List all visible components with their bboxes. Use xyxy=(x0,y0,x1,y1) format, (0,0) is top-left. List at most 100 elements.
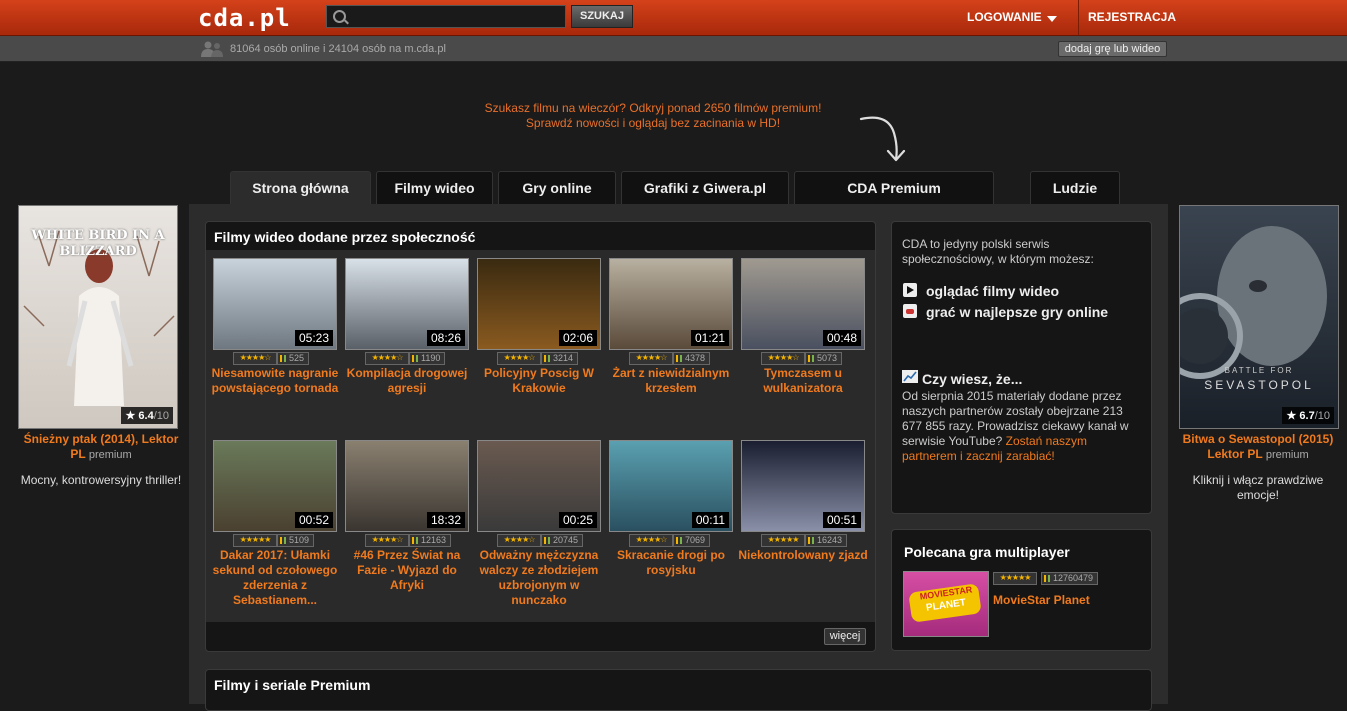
promo-line-1: Szukasz filmu na wieczór? Odkryj ponad 2… xyxy=(484,101,822,115)
game-rating-stars: ★★★★★ xyxy=(993,572,1037,585)
header-divider xyxy=(1078,0,1079,35)
register-link[interactable]: REJESTRACJA xyxy=(1088,10,1176,24)
game-thumbnail[interactable]: MOVIESTAR PLANET xyxy=(903,571,989,637)
right-movie-poster[interactable]: BATTLE FOR SEVASTOPOL ★ 6.7/10 xyxy=(1179,205,1339,429)
video-duration: 05:23 xyxy=(294,330,333,346)
site-logo[interactable]: cda.pl xyxy=(198,4,291,32)
right-movie-desc: Kliknij i włącz prawdziwe emocje! xyxy=(1192,473,1324,502)
video-duration: 02:06 xyxy=(558,330,597,346)
video-duration: 00:11 xyxy=(691,512,729,528)
video-thumbnail[interactable]: 00:25 xyxy=(477,440,601,532)
search-icon xyxy=(333,10,346,23)
views-icon xyxy=(544,537,550,544)
users-icon xyxy=(201,41,223,57)
video-title[interactable]: Żart z niewidzialnym krzesłem xyxy=(605,366,737,396)
right-poster-art xyxy=(1180,226,1327,379)
chart-icon xyxy=(902,370,918,383)
left-poster-title-1: WHITE BIRD IN A xyxy=(31,228,165,243)
game-views: 12760479 xyxy=(1041,572,1099,585)
right-movie-title[interactable]: Bitwa o Sewastopol (2015) Lektor PL prem… xyxy=(1173,432,1343,463)
more-button[interactable]: więcej xyxy=(824,628,866,645)
video-rating-stars: ★★★★☆ xyxy=(365,534,409,547)
video-rating-stars: ★★★★★ xyxy=(761,534,805,547)
tab-videos[interactable]: Filmy wideo xyxy=(376,171,493,204)
video-title[interactable]: Tymczasem u wulkanizatora xyxy=(737,366,869,396)
video-title[interactable]: Skracanie drogi po rosyjsku xyxy=(605,548,737,578)
premium-badge: premium xyxy=(1265,449,1309,461)
video-thumbnail[interactable]: 00:52 xyxy=(213,440,337,532)
left-movie-title[interactable]: Śnieżny ptak (2014), Lektor PL premium xyxy=(16,432,186,463)
video-thumbnail[interactable]: 00:51 xyxy=(741,440,865,532)
video-title[interactable]: Niekontrolowany zjazd xyxy=(737,548,869,563)
tab-games[interactable]: Gry online xyxy=(498,171,616,204)
panel-title: Polecana gra multiplayer xyxy=(904,544,1070,560)
video-title[interactable]: #46 Przez Świat na Fazie - Wyjazd do Afr… xyxy=(341,548,473,593)
views-icon xyxy=(808,537,814,544)
add-content-button[interactable]: dodaj grę lub wideo xyxy=(1058,41,1167,57)
video-rating-stars: ★★★★☆ xyxy=(497,352,541,365)
video-thumbnail[interactable]: 00:11 xyxy=(609,440,733,532)
video-rating-stars: ★★★★☆ xyxy=(761,352,805,365)
video-thumbnail[interactable]: 18:32 xyxy=(345,440,469,532)
video-rating-stars: ★★★★☆ xyxy=(629,534,673,547)
video-title[interactable]: Policyjny Poscig W Krakowie xyxy=(473,366,605,396)
video-thumbnail[interactable]: 02:06 xyxy=(477,258,601,350)
right-poster-title-1: BATTLE FOR xyxy=(1224,366,1294,375)
tab-people[interactable]: Ludzie xyxy=(1030,171,1120,204)
tab-graphics[interactable]: Grafiki z Giwera.pl xyxy=(621,171,789,204)
tab-home[interactable]: Strona główna xyxy=(230,171,371,205)
curved-arrow-icon xyxy=(859,116,906,162)
video-duration: 18:32 xyxy=(426,512,465,528)
rating-badge: ★ 6.4/10 xyxy=(121,407,173,424)
feature-videos[interactable]: oglądać filmy wideo xyxy=(926,283,1059,299)
premium-promo[interactable]: Szukasz filmu na wieczór? Odkryj ponad 2… xyxy=(440,101,866,131)
video-views: 3214 xyxy=(541,352,579,365)
search-button[interactable]: SZUKAJ xyxy=(571,5,633,28)
views-icon xyxy=(412,355,418,362)
video-title[interactable]: Kompilacja drogowej agresji xyxy=(341,366,473,396)
login-link[interactable]: LOGOWANIE xyxy=(967,10,1042,24)
game-name[interactable]: MovieStar Planet xyxy=(993,593,1090,607)
search-box[interactable] xyxy=(326,5,566,28)
views-icon xyxy=(676,537,682,544)
video-duration: 00:48 xyxy=(822,330,861,346)
info-intro: CDA to jedyny polski serwis społeczności… xyxy=(902,237,1094,266)
video-duration: 00:25 xyxy=(558,512,597,528)
video-thumbnail[interactable]: 08:26 xyxy=(345,258,469,350)
video-views: 7069 xyxy=(673,534,711,547)
video-rating-stars: ★★★★☆ xyxy=(365,352,409,365)
video-thumbnail[interactable]: 00:48 xyxy=(741,258,865,350)
views-icon xyxy=(280,355,286,362)
video-rating-stars: ★★★★☆ xyxy=(629,352,673,365)
video-title[interactable]: Niesamowite nagranie powstającego tornad… xyxy=(209,366,341,396)
premium-movies-panel: Filmy i seriale Premium xyxy=(205,669,1152,711)
panel-title: Filmy wideo dodane przez społeczność xyxy=(214,229,476,245)
video-play-icon xyxy=(903,283,917,297)
video-rating-stars: ★★★★★ xyxy=(233,534,277,547)
chevron-down-icon[interactable] xyxy=(1047,16,1057,22)
premium-badge: premium xyxy=(88,449,132,461)
left-movie-desc: Mocny, kontrowersyjny thriller! xyxy=(20,473,182,487)
fact-text: Od sierpnia 2015 materiały dodane przez … xyxy=(902,389,1129,463)
video-duration: 00:52 xyxy=(294,512,333,528)
search-input[interactable] xyxy=(351,8,565,27)
gamepad-icon xyxy=(903,304,917,318)
video-views: 5109 xyxy=(277,534,315,547)
video-rating-stars: ★★★★☆ xyxy=(233,352,277,365)
video-title[interactable]: Dakar 2017: Ułamki sekund od czołowego z… xyxy=(209,548,341,608)
did-you-know-heading: Czy wiesz, że... xyxy=(922,371,1023,387)
promo-line-2: Sprawdź nowości i oglądaj bez zacinania … xyxy=(525,116,781,130)
views-icon xyxy=(412,537,418,544)
video-views: 12163 xyxy=(409,534,452,547)
left-movie-poster[interactable]: WHITE BIRD IN A BLIZZARD ★ 6.4/10 xyxy=(18,205,178,429)
video-thumbnail[interactable]: 01:21 xyxy=(609,258,733,350)
left-poster-title-2: BLIZZARD xyxy=(59,244,137,259)
video-title[interactable]: Odważny mężczyzna walczy ze złodziejem u… xyxy=(473,548,605,608)
video-duration: 08:26 xyxy=(426,330,465,346)
video-views: 4378 xyxy=(673,352,711,365)
video-thumbnail[interactable]: 05:23 xyxy=(213,258,337,350)
video-views: 5073 xyxy=(805,352,843,365)
views-icon xyxy=(676,355,682,362)
tab-premium[interactable]: CDA Premium xyxy=(794,171,994,204)
feature-games[interactable]: grać w najlepsze gry online xyxy=(926,304,1108,320)
